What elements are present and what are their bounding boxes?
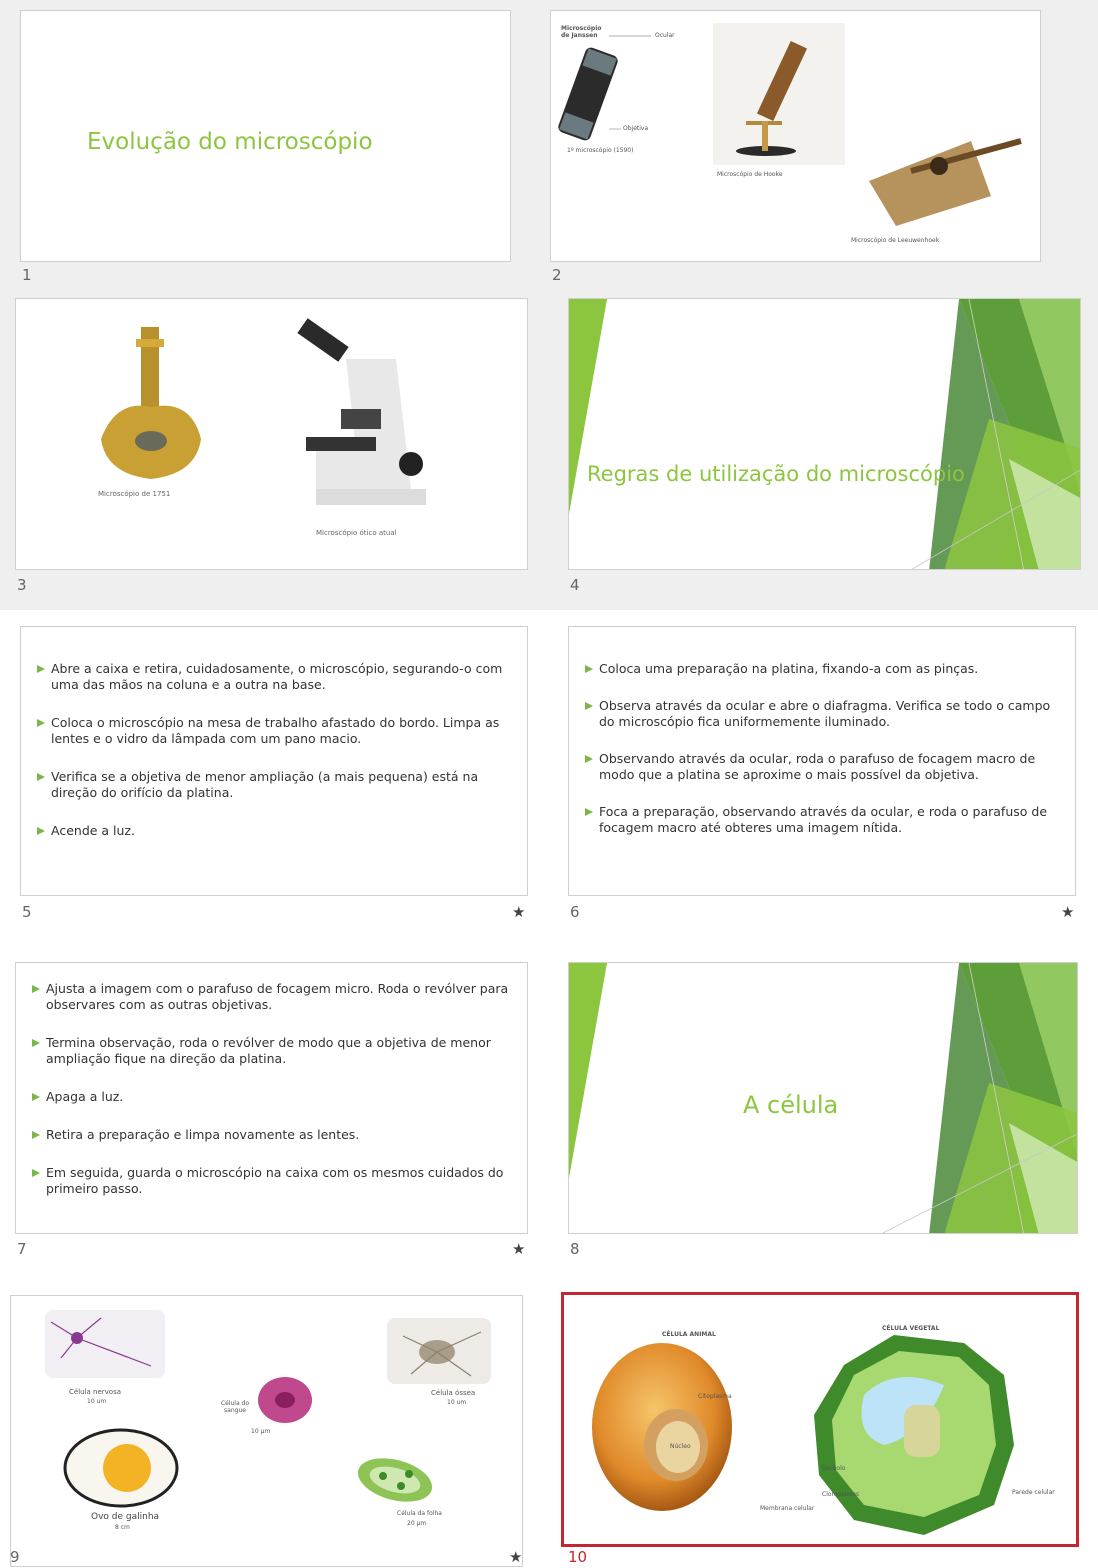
slide-number: 7 bbox=[17, 1240, 27, 1258]
slide-number: 5 bbox=[22, 903, 32, 921]
bullet-item: Em seguida, guarda o microscópio na caix… bbox=[32, 1165, 520, 1197]
leaf-cell-image bbox=[357, 1458, 433, 1502]
bullet-item: Abre a caixa e retira, cuidadosamente, o… bbox=[37, 661, 521, 693]
bullet-item: Coloca uma preparação na platina, fixand… bbox=[585, 661, 1069, 677]
caption-egg: Ovo de galinha bbox=[91, 1512, 160, 1522]
bullet-item: Ajusta a imagem com o parafuso de focage… bbox=[32, 981, 520, 1013]
slide-thumbnail-2[interactable]: Microscópio de Janssen Ocular Objetiva 1… bbox=[550, 10, 1041, 262]
caption-nerve-cell: Célula nervosa bbox=[69, 1388, 122, 1396]
animation-star-icon: ★ bbox=[509, 1548, 523, 1566]
bullet-item: Retira a preparação e limpa novamente as… bbox=[32, 1127, 520, 1143]
slide-title: Evolução do microscópio bbox=[87, 129, 373, 155]
caption-cell-wall: Parede celular bbox=[1012, 1489, 1055, 1496]
bullet-list: Ajusta a imagem com o parafuso de focage… bbox=[32, 981, 520, 1197]
green-facet-decoration bbox=[569, 299, 1080, 569]
caption-objetiva: Objetiva bbox=[623, 125, 649, 132]
bullet-item: Coloca o microscópio na mesa de trabalho… bbox=[37, 715, 521, 747]
slide-title: A célula bbox=[743, 1091, 839, 1119]
microscope-1751-image bbox=[101, 327, 201, 479]
caption-modern-microscope: Microscópio ótico atual bbox=[316, 529, 397, 537]
slide-thumbnail-4[interactable]: Regras de utilização do microscópio bbox=[568, 298, 1081, 570]
caption-animal-cell: CÉLULA ANIMAL bbox=[662, 1331, 716, 1338]
slide-thumbnail-7[interactable]: Ajusta a imagem com o parafuso de focage… bbox=[15, 962, 528, 1234]
caption-nerve-cell-size: 10 um bbox=[87, 1398, 107, 1405]
slide-number: 8 bbox=[570, 1240, 580, 1258]
caption-chloroplasts: Cloroplastos bbox=[822, 1491, 859, 1498]
caption-cytoplasm: Citoplasma bbox=[698, 1393, 732, 1400]
animation-star-icon: ★ bbox=[1061, 903, 1075, 921]
hooke-microscope-image bbox=[713, 23, 845, 165]
caption-first-microscope: 1º microscópio (1590) bbox=[567, 147, 634, 154]
bullet-item: Acende a luz. bbox=[37, 823, 521, 839]
slide-number: 4 bbox=[570, 576, 580, 594]
blood-cell-image bbox=[258, 1377, 312, 1423]
caption-leeuwenhoek: Microscópio de Leeuwenhoek bbox=[851, 237, 940, 244]
caption-leaf-cell-size: 20 µm bbox=[407, 1520, 427, 1527]
bone-cell-image bbox=[387, 1318, 491, 1384]
bullet-item: Verifica se a objetiva de menor ampliaçã… bbox=[37, 769, 521, 801]
caption-plant-cell: CÉLULA VEGETAL bbox=[882, 1325, 940, 1332]
slide-title: Regras de utilização do microscópio bbox=[587, 462, 965, 486]
bullet-list: Abre a caixa e retira, cuidadosamente, o… bbox=[37, 661, 521, 839]
slide-number: 1 bbox=[22, 266, 32, 284]
slide-thumbnail-9[interactable]: Célula nervosa 10 um Célula do sangue 10… bbox=[10, 1295, 523, 1567]
slide-thumbnail-1[interactable]: Evolução do microscópio bbox=[20, 10, 511, 262]
leeuwenhoek-microscope-image bbox=[869, 138, 1022, 226]
animation-star-icon: ★ bbox=[512, 1240, 526, 1258]
egg-image bbox=[63, 1428, 179, 1508]
caption-membrane: Membrana celular bbox=[760, 1505, 815, 1512]
microscope-history-images bbox=[558, 23, 1022, 226]
caption-vacuole: Vacúolo bbox=[822, 1465, 846, 1472]
slide-thumbnail-6[interactable]: Coloca uma preparação na platina, fixand… bbox=[568, 626, 1076, 896]
cell-diagrams bbox=[592, 1335, 1014, 1535]
slide-thumbnail-8[interactable]: A célula bbox=[568, 962, 1078, 1234]
caption-blood-cell-size: 10 µm bbox=[251, 1428, 271, 1435]
nerve-cell-image bbox=[45, 1310, 165, 1378]
bullet-item: Foca a preparação, observando através da… bbox=[585, 804, 1069, 836]
slide-thumbnail-5[interactable]: Abre a caixa e retira, cuidadosamente, o… bbox=[20, 626, 528, 896]
bullet-item: Observando através da ocular, roda o par… bbox=[585, 751, 1069, 783]
caption-bone-cell: Célula óssea bbox=[431, 1389, 476, 1397]
slide-number: 3 bbox=[17, 576, 27, 594]
caption-nucleus: Núcleo bbox=[670, 1443, 691, 1450]
slide-thumbnail-10[interactable]: CÉLULA ANIMAL CÉLULA VEGETAL Núcleo Cito… bbox=[561, 1292, 1079, 1547]
slide-thumbnail-3[interactable]: Microscópio de 1751 Microscópio ótico at… bbox=[15, 298, 528, 570]
animal-cell-image bbox=[592, 1343, 732, 1511]
bullet-item: Termina observação, roda o revólver de m… bbox=[32, 1035, 520, 1067]
slide-number: 9 bbox=[10, 1548, 20, 1566]
animation-star-icon: ★ bbox=[512, 903, 526, 921]
caption-janssen-title: Microscópio de Janssen bbox=[561, 25, 602, 39]
caption-microscope-1751: Microscópio de 1751 bbox=[98, 490, 171, 498]
caption-leaf-cell: Célula da folha bbox=[397, 1510, 442, 1517]
caption-egg-size: 8 cm bbox=[115, 1524, 130, 1531]
plant-cell-image bbox=[814, 1335, 1014, 1535]
bullet-list: Coloca uma preparação na platina, fixand… bbox=[585, 661, 1069, 836]
caption-bone-cell-size: 10 um bbox=[447, 1399, 467, 1406]
bullet-item: Apaga a luz. bbox=[32, 1089, 520, 1105]
caption-blood-cell: Célula do sangue bbox=[220, 1400, 250, 1414]
bullet-item: Observa através da ocular e abre o diafr… bbox=[585, 698, 1069, 730]
slide-number: 2 bbox=[552, 266, 562, 284]
slide-number: 6 bbox=[570, 903, 580, 921]
caption-hooke: Microscópio de Hooke bbox=[717, 171, 783, 178]
caption-ocular: Ocular bbox=[655, 32, 675, 39]
modern-microscope-image bbox=[297, 318, 426, 505]
slide-number: 10 bbox=[568, 1548, 588, 1566]
microscope-images bbox=[101, 318, 426, 505]
